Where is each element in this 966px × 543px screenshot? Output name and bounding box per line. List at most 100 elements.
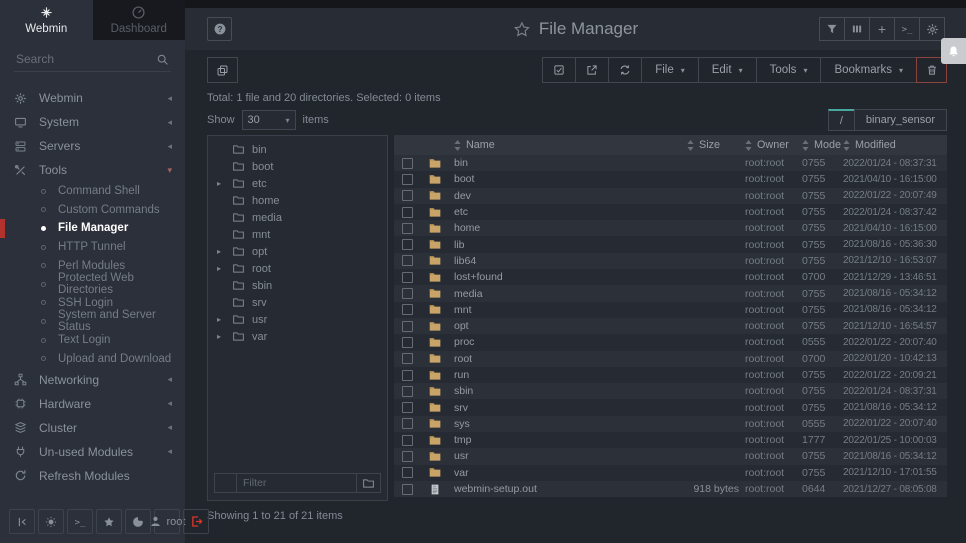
header-action-terminal[interactable]: >_ [894, 17, 920, 41]
sidebar-item-system-and-server-status[interactable]: System and Server Status [0, 312, 185, 331]
breadcrumb-segment[interactable]: binary_sensor [854, 109, 947, 131]
sidebar-item-refresh-modules[interactable]: Refresh Modules [0, 464, 185, 488]
menu-bookmarks[interactable]: Bookmarks ▾ [820, 57, 917, 83]
row-lib64[interactable]: lib64 root:root 0755 2021/12/10 - 16:53:… [394, 253, 947, 269]
row-checkbox[interactable] [402, 190, 413, 201]
row-run[interactable]: run root:root 0755 2022/01/22 - 20:09:21 [394, 367, 947, 383]
column-header-name[interactable]: Name [450, 139, 687, 151]
row-checkbox[interactable] [402, 321, 413, 332]
row-checkbox[interactable] [402, 255, 413, 266]
header-action-plus[interactable]: + [869, 17, 895, 41]
sidebar-item-cluster[interactable]: Cluster ◂ [0, 416, 185, 440]
sidebar-item-command-shell[interactable]: Command Shell [0, 182, 185, 201]
row-sbin[interactable]: sbin root:root 0755 2022/01/24 - 08:37:3… [394, 383, 947, 399]
notifications-tab[interactable] [941, 38, 966, 64]
footer-button-root[interactable]: root [154, 509, 180, 534]
row-checkbox[interactable] [402, 467, 413, 478]
row-webmin-setup-out[interactable]: webmin-setup.out 918 bytes root:root 064… [394, 481, 947, 497]
row-dev[interactable]: dev root:root 0755 2022/01/22 - 20:07:49 [394, 188, 947, 204]
help-button[interactable]: ? [207, 17, 232, 41]
row-checkbox[interactable] [402, 174, 413, 185]
row-checkbox[interactable] [402, 451, 413, 462]
paste-clipboard-button[interactable] [207, 57, 238, 83]
row-usr[interactable]: usr root:root 0755 2021/08/16 - 05:34:12 [394, 448, 947, 464]
row-checkbox[interactable] [402, 239, 413, 250]
sidebar-item-protected-web-directories[interactable]: Protected Web Directories [0, 275, 185, 294]
row-tmp[interactable]: tmp root:root 1777 2022/01/25 - 10:00:03 [394, 432, 947, 448]
column-header-modified[interactable]: Modified [843, 139, 947, 151]
tree-item-sbin[interactable]: ▸ sbin [208, 277, 387, 294]
tree-item-boot[interactable]: ▸ boot [208, 158, 387, 175]
header-action-columns[interactable] [844, 17, 870, 41]
row-etc[interactable]: etc root:root 0755 2022/01/24 - 08:37:42 [394, 204, 947, 220]
tree-item-srv[interactable]: ▸ srv [208, 294, 387, 311]
row-srv[interactable]: srv root:root 0755 2021/08/16 - 05:34:12 [394, 399, 947, 415]
sidebar-item-http-tunnel[interactable]: HTTP Tunnel [0, 238, 185, 257]
row-checkbox[interactable] [402, 386, 413, 397]
footer-button-star-fill[interactable] [96, 509, 122, 534]
filter-folder-button[interactable] [356, 474, 380, 492]
sidebar-item-text-login[interactable]: Text Login [0, 331, 185, 350]
sidebar-item-networking[interactable]: Networking ◂ [0, 368, 185, 392]
tab-webmin[interactable]: Webmin [0, 0, 93, 40]
row-checkbox[interactable] [402, 158, 413, 169]
toolbar-button-check-square[interactable] [542, 57, 576, 83]
row-var[interactable]: var root:root 0755 2021/12/10 - 17:01:55 [394, 465, 947, 481]
row-checkbox[interactable] [402, 353, 413, 364]
tree-item-opt[interactable]: ▸ opt [208, 243, 387, 260]
row-checkbox[interactable] [402, 484, 413, 495]
column-header-mode[interactable]: Mode [802, 139, 843, 151]
menu-file[interactable]: File ▾ [641, 57, 699, 83]
row-opt[interactable]: opt root:root 0755 2021/12/10 - 16:54:57 [394, 318, 947, 334]
sidebar-item-file-manager[interactable]: File Manager [0, 219, 185, 238]
search-input[interactable] [14, 49, 171, 72]
column-header-size[interactable]: Size [687, 139, 745, 151]
filter-input[interactable] [237, 474, 356, 492]
toolbar-button-refresh-arrows[interactable] [608, 57, 642, 83]
footer-button-sun[interactable] [38, 509, 64, 534]
footer-button-collapse[interactable] [9, 509, 35, 534]
menu-tools[interactable]: Tools ▾ [756, 57, 822, 83]
row-checkbox[interactable] [402, 402, 413, 413]
toolbar-button-share[interactable] [575, 57, 609, 83]
sidebar-item-upload-and-download[interactable]: Upload and Download [0, 349, 185, 368]
row-boot[interactable]: boot root:root 0755 2021/04/10 - 16:15:0… [394, 171, 947, 187]
sidebar-item-servers[interactable]: Servers ◂ [0, 134, 185, 158]
breadcrumb-root[interactable]: / [828, 109, 855, 131]
sidebar-item-hardware[interactable]: Hardware ◂ [0, 392, 185, 416]
favorite-star-button[interactable] [513, 21, 530, 38]
row-checkbox[interactable] [402, 304, 413, 315]
row-root[interactable]: root root:root 0700 2022/01/20 - 10:42:1… [394, 351, 947, 367]
row-checkbox[interactable] [402, 223, 413, 234]
row-proc[interactable]: proc root:root 0555 2022/01/22 - 20:07:4… [394, 334, 947, 350]
column-header-owner[interactable]: Owner [745, 139, 802, 151]
tree-item-home[interactable]: ▸ home [208, 192, 387, 209]
row-lost-found[interactable]: lost+found root:root 0700 2021/12/29 - 1… [394, 269, 947, 285]
row-sys[interactable]: sys root:root 0555 2022/01/22 - 20:07:40 [394, 416, 947, 432]
row-media[interactable]: media root:root 0755 2021/08/16 - 05:34:… [394, 285, 947, 301]
header-action-filter[interactable] [819, 17, 845, 41]
footer-button-palette[interactable] [125, 509, 151, 534]
sidebar-item-un-used-modules[interactable]: Un-used Modules ◂ [0, 440, 185, 464]
tree-item-bin[interactable]: ▸ bin [208, 141, 387, 158]
row-checkbox[interactable] [402, 207, 413, 218]
row-checkbox[interactable] [402, 418, 413, 429]
sidebar-item-custom-commands[interactable]: Custom Commands [0, 201, 185, 220]
row-checkbox[interactable] [402, 435, 413, 446]
row-checkbox[interactable] [402, 370, 413, 381]
filter-clear-button[interactable] [215, 474, 237, 492]
footer-button-terminal[interactable]: >_ [67, 509, 93, 534]
row-checkbox[interactable] [402, 337, 413, 348]
row-home[interactable]: home root:root 0755 2021/04/10 - 16:15:0… [394, 220, 947, 236]
tab-dashboard[interactable]: Dashboard [93, 0, 186, 40]
tree-item-usr[interactable]: ▸ usr [208, 311, 387, 328]
footer-button-logout[interactable] [183, 509, 209, 534]
tree-item-root[interactable]: ▸ root [208, 260, 387, 277]
row-mnt[interactable]: mnt root:root 0755 2021/08/16 - 05:34:12 [394, 302, 947, 318]
sidebar-item-system[interactable]: System ◂ [0, 110, 185, 134]
row-bin[interactable]: bin root:root 0755 2022/01/24 - 08:37:31 [394, 155, 947, 171]
sidebar-item-tools[interactable]: Tools ▾ [0, 158, 185, 182]
sidebar-item-webmin[interactable]: Webmin ◂ [0, 86, 185, 110]
row-checkbox[interactable] [402, 288, 413, 299]
tree-item-mnt[interactable]: ▸ mnt [208, 226, 387, 243]
